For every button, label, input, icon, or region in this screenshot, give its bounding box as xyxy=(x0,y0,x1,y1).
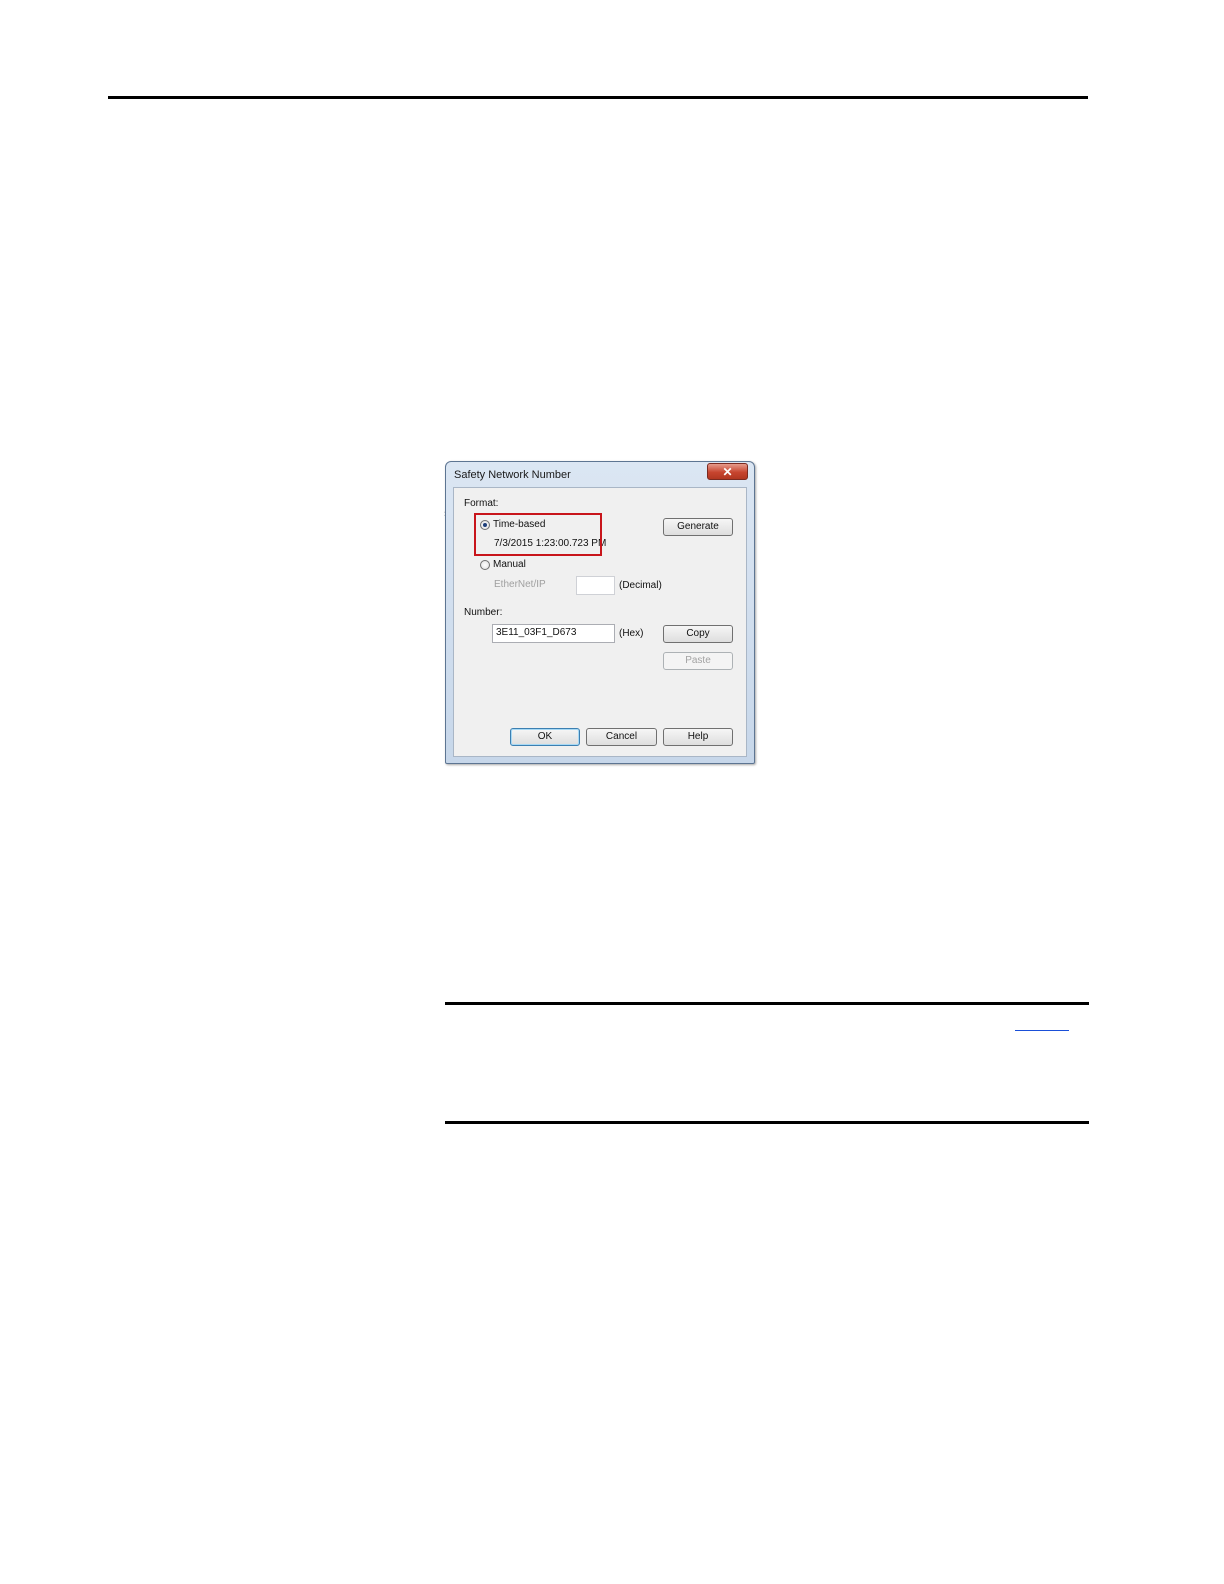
ethernet-ip-input[interactable] xyxy=(576,576,615,595)
note-bottom-rule xyxy=(445,1121,1089,1124)
close-icon: ✕ xyxy=(722,464,733,479)
manual-label[interactable]: Manual xyxy=(493,559,526,570)
dialog-title-bar[interactable]: Safety Network Number ✕ xyxy=(446,462,754,486)
format-label: Format: xyxy=(464,498,499,509)
decimal-unit-label: (Decimal) xyxy=(619,580,662,591)
generate-button[interactable]: Generate xyxy=(663,518,733,536)
dialog-title: Safety Network Number xyxy=(454,469,571,481)
paste-button[interactable]: Paste xyxy=(663,652,733,670)
copy-button[interactable]: Copy xyxy=(663,625,733,643)
number-label: Number: xyxy=(464,607,503,618)
number-input[interactable]: 3E11_03F1_D673 xyxy=(492,624,615,643)
close-button[interactable]: ✕ xyxy=(707,463,748,480)
cancel-button[interactable]: Cancel xyxy=(586,728,657,746)
ok-button[interactable]: OK xyxy=(510,728,580,746)
help-button[interactable]: Help xyxy=(663,728,733,746)
note-link[interactable] xyxy=(1015,1030,1069,1031)
hex-unit-label: (Hex) xyxy=(619,628,644,639)
highlight-annotation xyxy=(474,513,602,556)
manual-radio[interactable] xyxy=(480,560,490,570)
header-rule xyxy=(108,96,1088,99)
note-top-rule xyxy=(445,1002,1089,1005)
ethernet-ip-label: EtherNet/IP xyxy=(494,579,546,590)
